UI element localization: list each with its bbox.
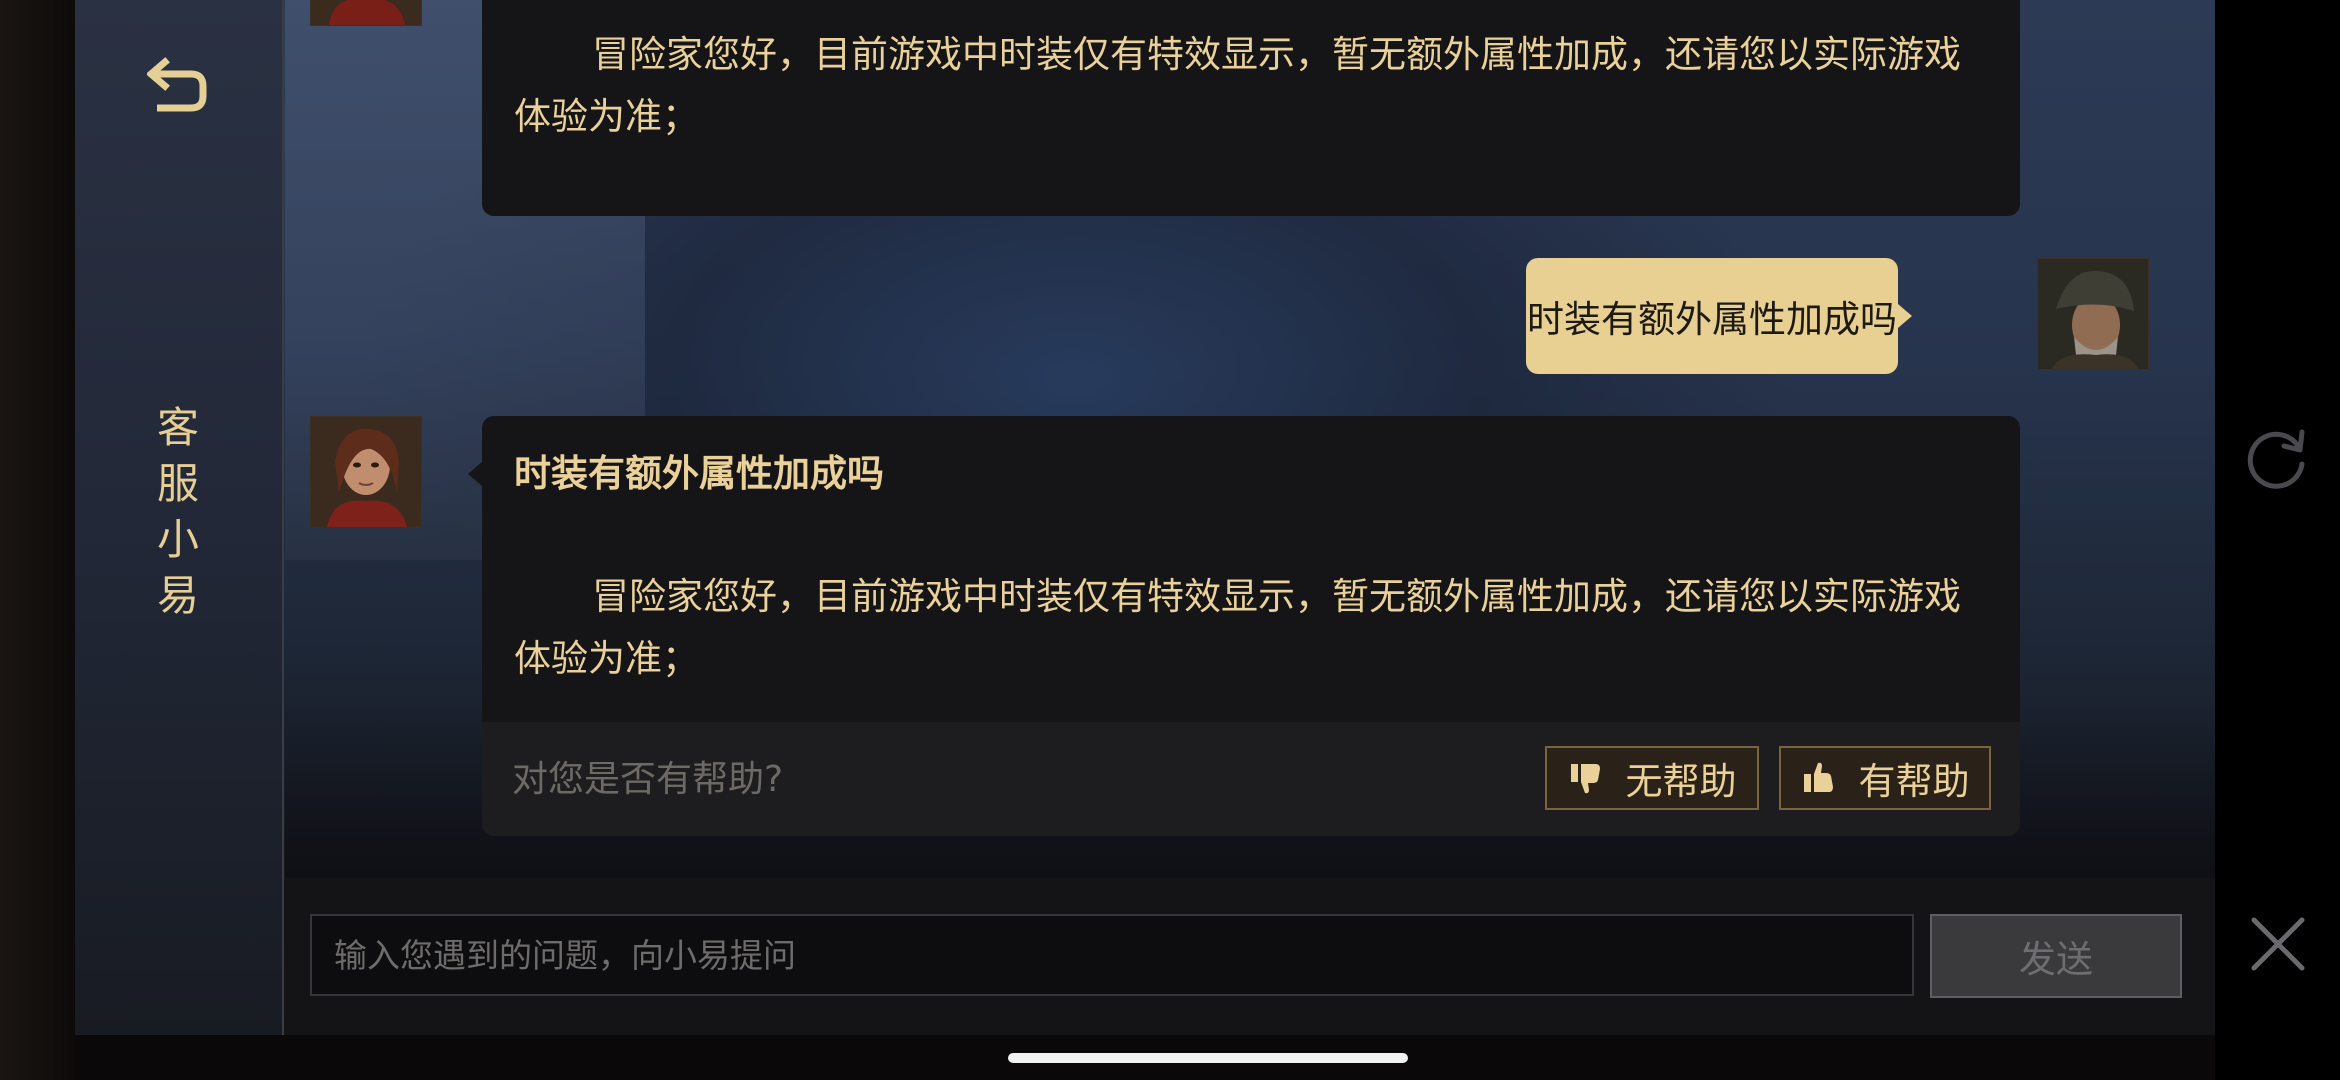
agent-message-bubble: 冒险家您好，目前游戏中时装仅有特效显示，暂无额外属性加成，还请您以实际游戏体验为… xyxy=(482,0,2020,216)
input-area: 发送 xyxy=(284,878,2215,1035)
feedback-question: 对您是否有帮助? xyxy=(512,759,784,800)
helpful-label: 有帮助 xyxy=(1858,760,1970,803)
device-bezel xyxy=(0,0,75,1080)
question-input[interactable] xyxy=(310,914,1914,996)
feedback-bar: 对您是否有帮助? 无帮助 有帮助 xyxy=(482,722,2020,836)
message-text: 时装有额外属性加成吗 xyxy=(1527,298,1897,341)
refresh-icon xyxy=(2247,429,2305,489)
message-text: 冒险家您好，目前游戏中时装仅有特效显示，暂无额外属性加成，还请您以实际游戏体验为… xyxy=(514,575,1961,680)
bubble-tail xyxy=(1898,304,1912,328)
thumbs-up-icon xyxy=(1801,760,1837,796)
bubble-tail xyxy=(468,462,482,486)
sidebar-title: 客服小易 xyxy=(156,403,199,620)
home-indicator[interactable] xyxy=(1008,1053,1408,1063)
message-title: 时装有额外属性加成吗 xyxy=(514,452,884,495)
agent-message-bubble: 时装有额外属性加成吗 冒险家您好，目前游戏中时装仅有特效显示，暂无额外属性加成，… xyxy=(468,416,2020,836)
close-button[interactable] xyxy=(2250,916,2306,972)
send-button[interactable]: 发送 xyxy=(1930,914,2182,998)
user-message-bubble: 时装有额外属性加成吗 xyxy=(1526,258,1912,374)
agent-avatar xyxy=(310,0,422,26)
user-avatar xyxy=(2037,258,2149,370)
back-arrow-icon xyxy=(147,57,207,112)
close-icon xyxy=(2251,917,2305,971)
agent-avatar xyxy=(310,416,422,528)
message-text: 冒险家您好，目前游戏中时装仅有特效显示，暂无额外属性加成，还请您以实际游戏体验为… xyxy=(514,33,1961,138)
not-helpful-button[interactable]: 无帮助 xyxy=(1545,746,1759,810)
back-button[interactable] xyxy=(143,50,213,120)
refresh-button[interactable] xyxy=(2244,424,2310,490)
sidebar: 客服小易 xyxy=(75,0,284,1035)
thumbs-down-icon xyxy=(1568,760,1604,796)
not-helpful-label: 无帮助 xyxy=(1625,760,1737,803)
helpful-button[interactable]: 有帮助 xyxy=(1779,746,1991,810)
customer-service-panel: 客服小易 冒险家您好，目前游戏中时装仅有特效显示，暂无额外属性加成，还请您以实际… xyxy=(75,0,2215,1035)
